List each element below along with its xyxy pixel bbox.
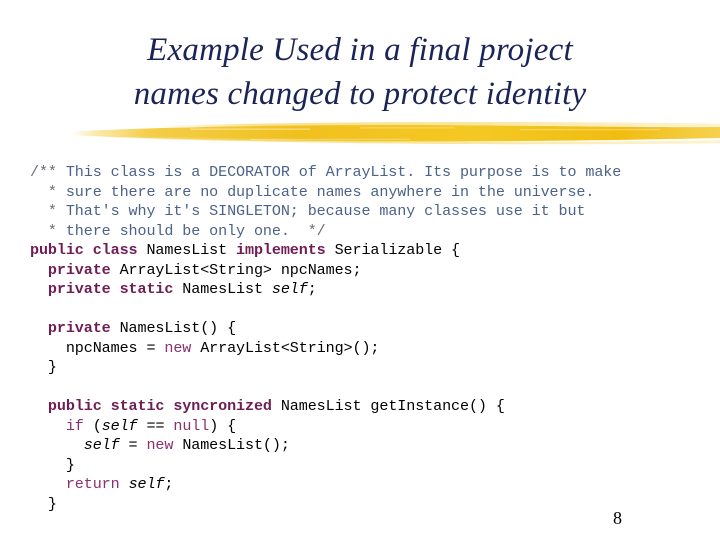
code-token: sure there are no duplicate names anywhe… — [65, 182, 595, 201]
brushstroke-streak-2 — [360, 127, 455, 129]
brushstroke-wisp-bottom — [95, 135, 720, 145]
code-token: ArrayList<String> npcNames; — [119, 260, 362, 279]
code-line: if (self == null) { — [30, 417, 710, 437]
gold-brushstroke-divider — [0, 118, 720, 148]
code-token: public class — [30, 241, 147, 259]
code-token: self — [101, 416, 138, 435]
code-token: NamesList(); — [182, 436, 290, 454]
code-line: } — [30, 456, 710, 476]
code-line: } — [30, 358, 710, 378]
code-line: private NamesList() { — [30, 319, 710, 339]
code-line: npcNames = new ArrayList<String>(); — [30, 339, 710, 359]
code-line: private static NamesList self; — [30, 280, 710, 300]
brushstroke-streak-4 — [250, 138, 410, 140]
brushstroke-wisp-top — [150, 121, 720, 128]
code-token: * — [30, 182, 66, 201]
code-token: * — [30, 202, 66, 220]
code-token: public static syncronized — [47, 397, 281, 415]
code-token: ; — [307, 280, 317, 298]
page-number: 8 — [613, 508, 622, 528]
slide-title: Example Used in a final project names ch… — [0, 28, 720, 116]
code-line: /** This class is a DECORATOR of ArrayLi… — [30, 163, 710, 183]
code-token: if — [65, 416, 93, 435]
code-token: ; — [164, 475, 174, 493]
code-line: public class NamesList implements Serial… — [30, 241, 710, 261]
code-token: self — [128, 475, 165, 493]
brushstroke-icon — [70, 121, 720, 145]
code-token: self — [271, 280, 308, 298]
code-token: NamesList getInstance() { — [280, 397, 505, 415]
code-token: */ — [307, 221, 326, 240]
code-token: } — [30, 455, 75, 474]
code-token: = — [119, 436, 147, 454]
code-token: return — [65, 475, 129, 493]
code-token: implements — [236, 241, 335, 259]
brushstroke-streak-3 — [520, 129, 660, 131]
code-token: } — [30, 358, 57, 376]
code-token: This class is a DECORATOR of ArrayList. … — [56, 163, 622, 181]
code-token: /** — [30, 163, 57, 181]
code-token: ArrayList<String>(); — [200, 338, 380, 357]
code-token: npcNames = — [30, 338, 165, 357]
code-line: } — [30, 495, 710, 515]
code-line: private ArrayList<String> npcNames; — [30, 261, 710, 281]
code-token: private static — [47, 280, 183, 298]
code-token: Serializable { — [334, 241, 461, 259]
slide-canvas: Example Used in a final project names ch… — [0, 0, 720, 540]
brushstroke-body — [70, 124, 720, 142]
code-line: self = new NamesList(); — [30, 436, 710, 456]
code-token: == — [137, 416, 174, 435]
code-token: private — [47, 260, 120, 279]
slide-title-line-2: names changed to protect identity — [133, 76, 587, 112]
code-token: NamesList — [146, 241, 237, 259]
code-token: NamesList() { — [119, 319, 237, 337]
code-line: * That's why it's SINGLETON; because man… — [30, 202, 710, 222]
code-token: NamesList — [182, 280, 272, 298]
code-line: * there should be only one. */ — [30, 222, 710, 242]
code-line: * sure there are no duplicate names anyw… — [30, 183, 710, 203]
code-token: ( — [92, 416, 102, 435]
code-token: self — [83, 436, 120, 454]
slide-title-line-1: Example Used in a final project — [147, 32, 573, 68]
code-token: null — [173, 416, 210, 435]
code-token: That's why it's SINGLETON; because many … — [65, 202, 586, 220]
code-token: * — [30, 221, 66, 240]
code-token: ) { — [209, 416, 237, 435]
code-line: return self; — [30, 475, 710, 495]
code-line: public static syncronized NamesList getI… — [30, 397, 710, 417]
brushstroke-streak-1 — [190, 128, 310, 130]
code-token: } — [30, 494, 57, 513]
code-block: /** This class is a DECORATOR of ArrayLi… — [30, 163, 710, 514]
code-token: there should be only one. — [65, 221, 308, 240]
code-token: new — [164, 338, 201, 357]
code-token: new — [146, 436, 183, 454]
code-token: private — [47, 319, 120, 337]
